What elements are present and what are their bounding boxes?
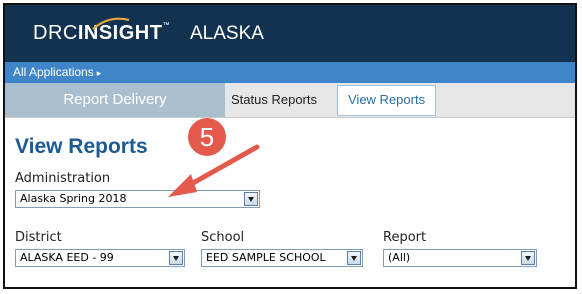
screenshot-frame: DRCINSIGHT™ ALASKA All Applications ▸ Rep… — [3, 3, 577, 289]
annotation-arrow-icon — [168, 144, 260, 197]
step-number-badge: 5 — [188, 118, 226, 156]
